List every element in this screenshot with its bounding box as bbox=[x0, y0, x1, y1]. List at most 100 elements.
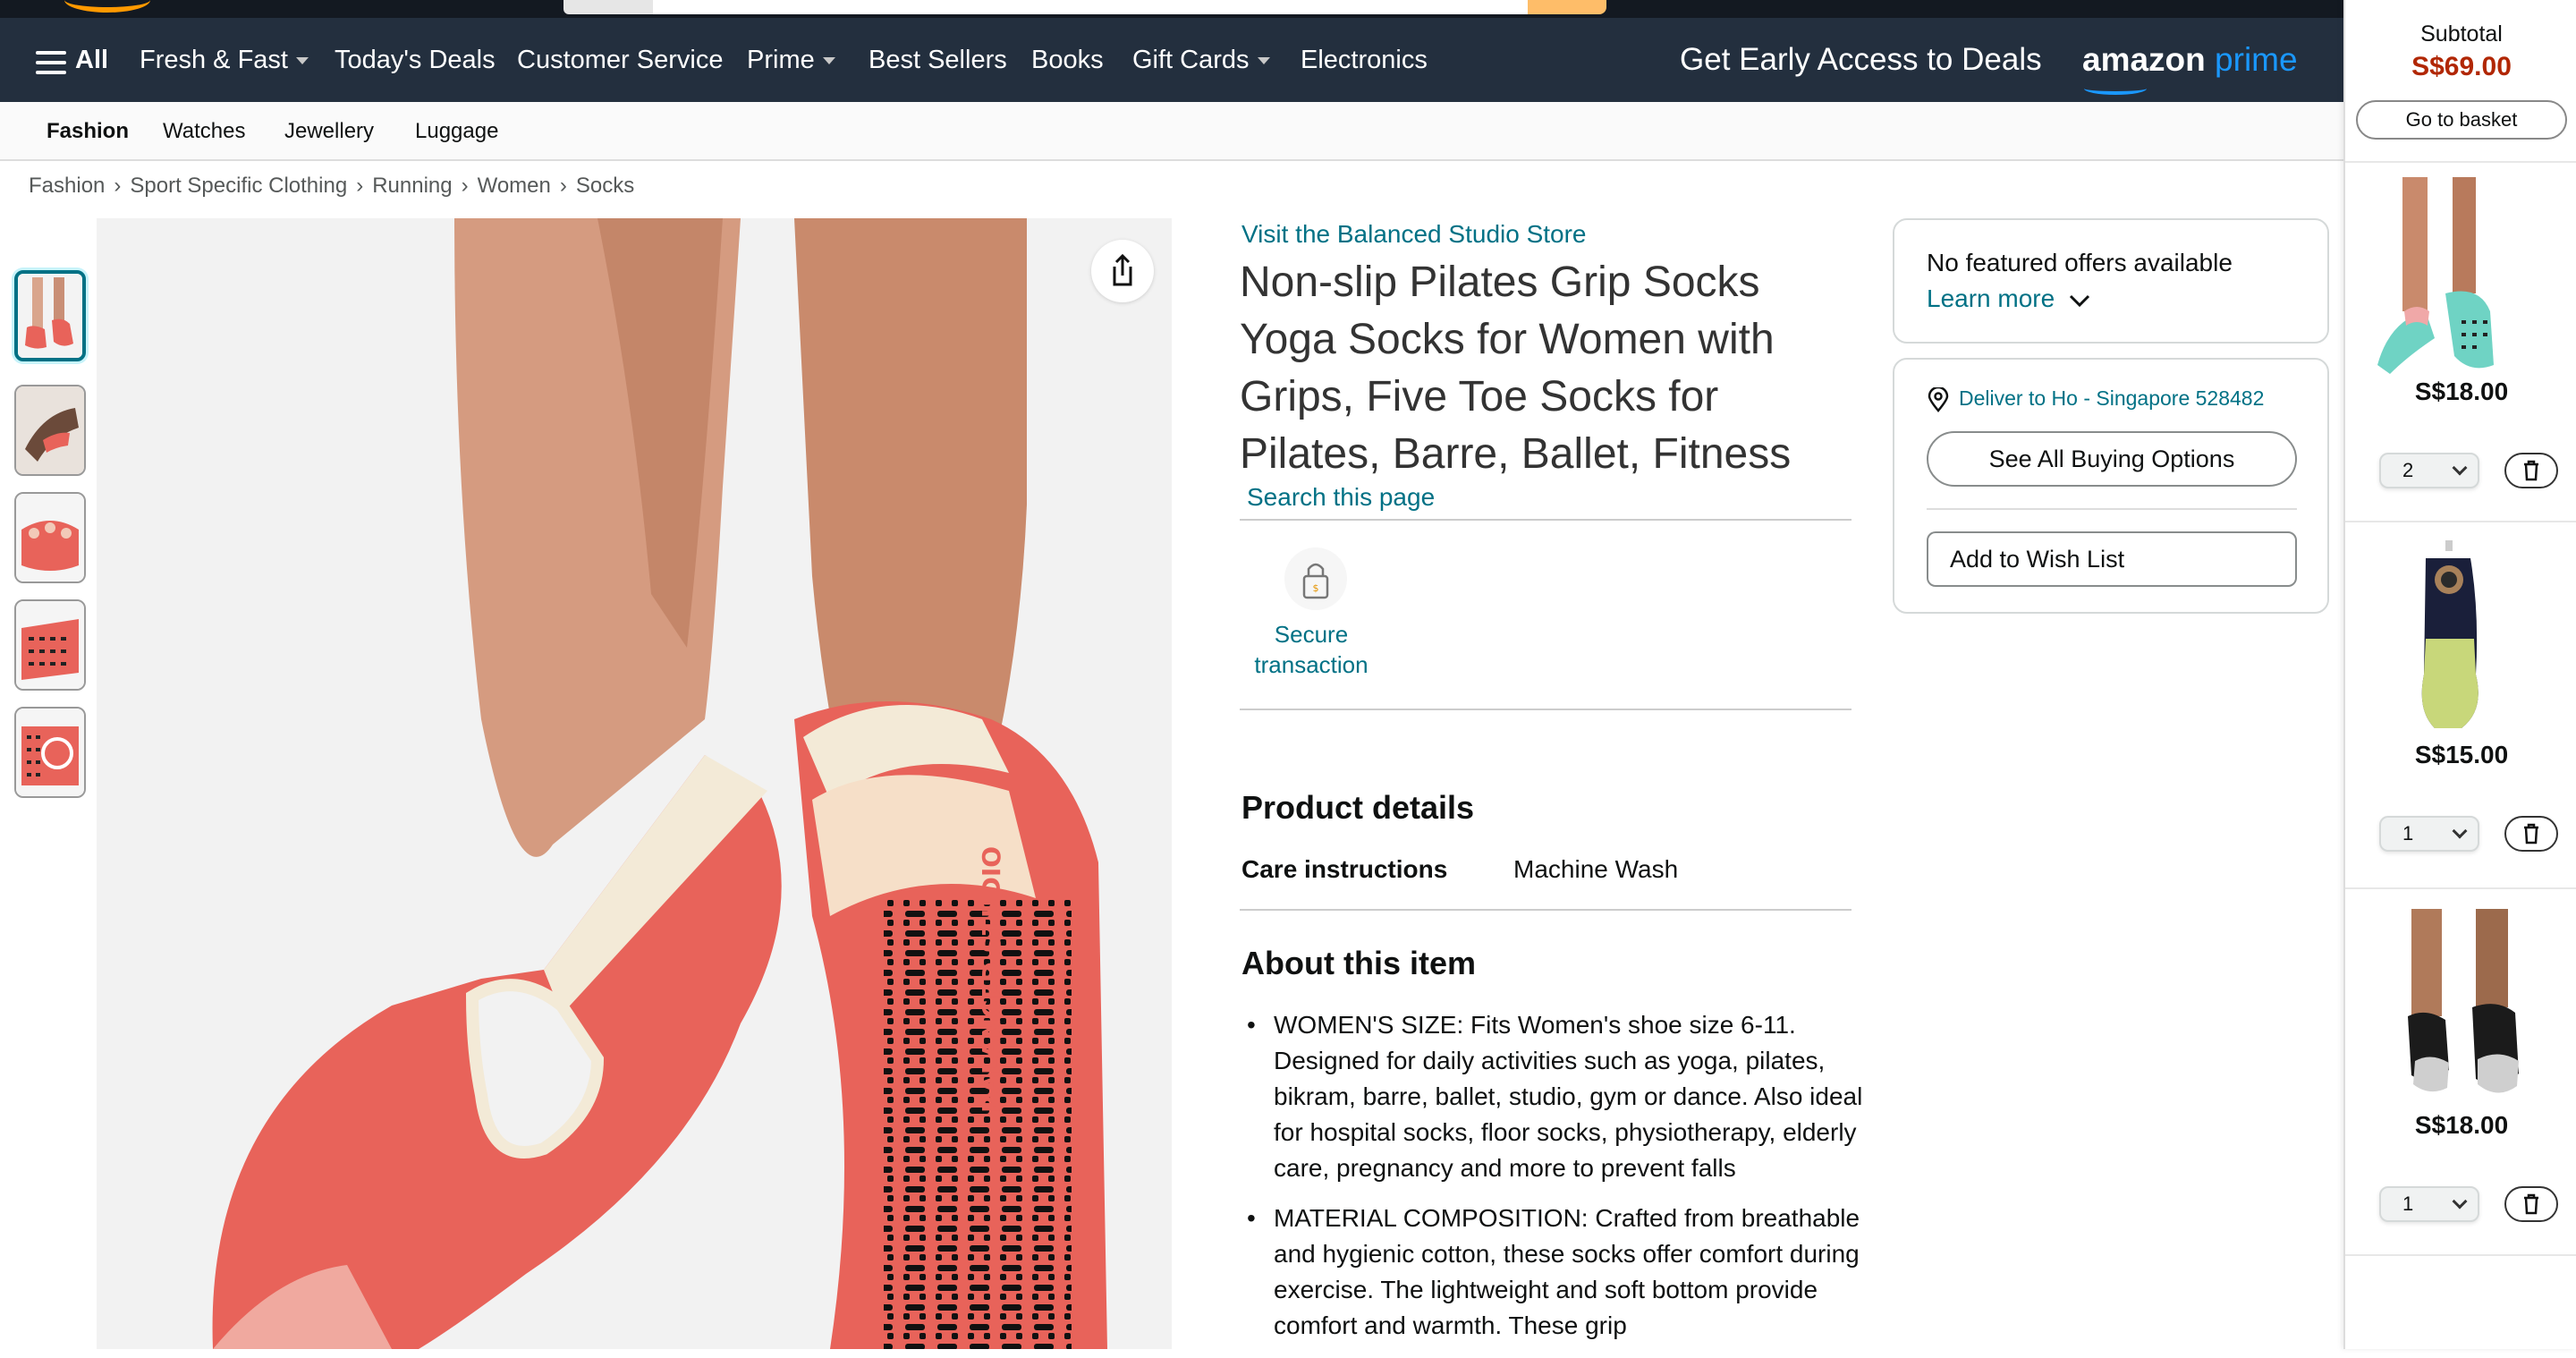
breadcrumb-item-women[interactable]: Women bbox=[478, 174, 551, 198]
cart-item-price: S$15.00 bbox=[2414, 741, 2509, 768]
subnav-item-fashion[interactable]: Fashion bbox=[47, 102, 129, 161]
thumbnail-2[interactable] bbox=[14, 385, 86, 476]
chevron-down-icon bbox=[2069, 294, 2090, 307]
trash-icon bbox=[2524, 460, 2538, 481]
product-title: Non-slip Pilates Grip Socks Yoga Socks f… bbox=[1240, 259, 1792, 478]
hamburger-menu-icon[interactable] bbox=[36, 51, 66, 74]
chevron-down-icon bbox=[2452, 460, 2468, 476]
caret-down-icon bbox=[822, 57, 835, 65]
quantity-select[interactable]: 1 bbox=[2379, 816, 2479, 852]
subtotal-value: S$69.00 bbox=[2411, 52, 2512, 81]
subnav-item-jewellery[interactable]: Jewellery bbox=[284, 102, 374, 161]
breadcrumb: Fashion › Sport Specific Clothing › Running ›… bbox=[29, 174, 634, 199]
sock-thumbnail-icon bbox=[16, 386, 84, 474]
trash-icon bbox=[2524, 823, 2538, 845]
nav-item-todays-deals[interactable]: Today's Deals bbox=[335, 18, 496, 102]
thumbnail-4[interactable] bbox=[14, 599, 86, 691]
detail-key-care: Care instructions bbox=[1241, 855, 1448, 883]
svg-text:$: $ bbox=[1313, 582, 1319, 594]
search-this-page-link[interactable]: Search this page bbox=[1247, 483, 1435, 512]
nav-item-prime[interactable]: Prime bbox=[747, 18, 835, 102]
search-input[interactable] bbox=[653, 0, 1528, 14]
sock-brand-print: BALANCED STUDIO bbox=[977, 846, 1006, 1113]
cart-item: S$18.00 2 bbox=[2345, 170, 2576, 519]
thumbnail-3[interactable] bbox=[14, 492, 86, 583]
breadcrumb-item-running[interactable]: Running bbox=[372, 174, 452, 198]
chevron-down-icon bbox=[2452, 1193, 2468, 1209]
cart-item: S$18.00 1 bbox=[2345, 898, 2576, 1256]
breadcrumb-separator-icon: › bbox=[559, 174, 567, 198]
sock-thumbnail-icon bbox=[16, 601, 84, 689]
divider bbox=[1240, 709, 1852, 710]
cart-item-price: S$18.00 bbox=[2414, 1111, 2509, 1139]
store-link[interactable]: Visit the Balanced Studio Store bbox=[1241, 220, 1587, 249]
see-all-buying-options-button[interactable]: See All Buying Options bbox=[1927, 431, 2297, 487]
breadcrumb-item-socks[interactable]: Socks bbox=[576, 174, 634, 198]
product-details-heading: Product details bbox=[1241, 789, 1475, 826]
nav-item-customer-service[interactable]: Customer Service bbox=[517, 18, 723, 102]
detail-value-care: Machine Wash bbox=[1513, 855, 1679, 883]
no-offers-text: No featured offers available bbox=[1927, 249, 2233, 276]
quantity-select[interactable]: 1 bbox=[2379, 1186, 2479, 1222]
about-item-heading: About this item bbox=[1241, 945, 1476, 981]
divider bbox=[1240, 909, 1852, 911]
thumbnail-5[interactable] bbox=[14, 707, 86, 798]
breadcrumb-item-fashion[interactable]: Fashion bbox=[29, 174, 105, 198]
cart-item: S$15.00 1 bbox=[2345, 531, 2576, 889]
about-item-list: WOMEN'S SIZE: Fits Women's shoe size 6-1… bbox=[1240, 1007, 1866, 1358]
divider bbox=[2345, 161, 2576, 163]
top-header bbox=[0, 0, 2343, 18]
divider bbox=[2345, 521, 2576, 522]
divider bbox=[2345, 887, 2576, 889]
breadcrumb-separator-icon: › bbox=[461, 174, 469, 198]
subnav-item-luggage[interactable]: Luggage bbox=[415, 102, 498, 161]
delete-item-button[interactable] bbox=[2504, 453, 2558, 488]
divider bbox=[1240, 519, 1852, 521]
main-product-image[interactable]: BALANCED STUDIO bbox=[97, 218, 1172, 1349]
breadcrumb-item-sport[interactable]: Sport Specific Clothing bbox=[130, 174, 347, 198]
secure-transaction-label[interactable]: Secure transaction bbox=[1240, 619, 1383, 680]
deliver-to-link[interactable]: Deliver to Ho - Singapore 528482 bbox=[1927, 386, 2264, 412]
cart-item-image[interactable] bbox=[2372, 177, 2497, 383]
go-to-basket-button[interactable]: Go to basket bbox=[2356, 100, 2567, 140]
divider bbox=[1927, 508, 2297, 510]
learn-more-link[interactable]: Learn more bbox=[1927, 284, 2092, 313]
nav-item-gift-cards[interactable]: Gift Cards bbox=[1132, 18, 1270, 102]
delete-item-button[interactable] bbox=[2504, 1186, 2558, 1222]
trash-icon bbox=[2524, 1193, 2538, 1215]
main-nav: All Fresh & Fast Today's Deals Customer … bbox=[0, 18, 2343, 102]
nav-item-best-sellers[interactable]: Best Sellers bbox=[869, 18, 1007, 102]
prime-smile-icon bbox=[2084, 82, 2147, 95]
chevron-down-icon bbox=[2452, 823, 2468, 839]
share-button[interactable] bbox=[1091, 240, 1154, 302]
subtotal-label: Subtotal bbox=[2420, 21, 2503, 47]
promo-banner[interactable]: Get Early Access to Deals bbox=[1680, 18, 2042, 102]
sock-thumbnail-icon bbox=[16, 709, 84, 796]
cart-item-image[interactable] bbox=[2390, 909, 2533, 1115]
secure-transaction-badge[interactable]: $ bbox=[1284, 547, 1347, 610]
nav-item-fresh-fast[interactable]: Fresh & Fast bbox=[140, 18, 309, 102]
list-item: MATERIAL COMPOSITION: Crafted from breat… bbox=[1240, 1201, 1866, 1344]
quantity-select[interactable]: 2 bbox=[2379, 453, 2479, 488]
buy-options-box: Deliver to Ho - Singapore 528482 See All… bbox=[1893, 358, 2329, 614]
category-subnav: Fashion Watches Jewellery Luggage bbox=[0, 102, 2343, 161]
breadcrumb-separator-icon: › bbox=[356, 174, 364, 198]
cart-item-price: S$18.00 bbox=[2414, 378, 2509, 405]
amazon-prime-logo[interactable]: amazon prime bbox=[2082, 41, 2298, 81]
nav-item-books[interactable]: Books bbox=[1031, 18, 1104, 102]
cart-item-image[interactable] bbox=[2399, 540, 2524, 746]
subnav-item-watches[interactable]: Watches bbox=[163, 102, 245, 161]
search-category-select[interactable] bbox=[564, 0, 653, 14]
search-button[interactable] bbox=[1528, 0, 1606, 14]
amazon-logo-icon[interactable] bbox=[64, 0, 150, 13]
padlock-icon: $ bbox=[1302, 563, 1329, 599]
divider bbox=[2345, 1254, 2576, 1256]
thumbnail-1[interactable] bbox=[14, 270, 86, 361]
offers-box: No featured offers available Learn more bbox=[1893, 218, 2329, 344]
nav-all-menu[interactable]: All bbox=[75, 18, 108, 102]
list-item: WOMEN'S SIZE: Fits Women's shoe size 6-1… bbox=[1240, 1007, 1866, 1186]
nav-item-electronics[interactable]: Electronics bbox=[1301, 18, 1428, 102]
sock-thumbnail-icon bbox=[18, 274, 82, 358]
delete-item-button[interactable] bbox=[2504, 816, 2558, 852]
add-to-wish-list-button[interactable]: Add to Wish List bbox=[1927, 531, 2297, 587]
